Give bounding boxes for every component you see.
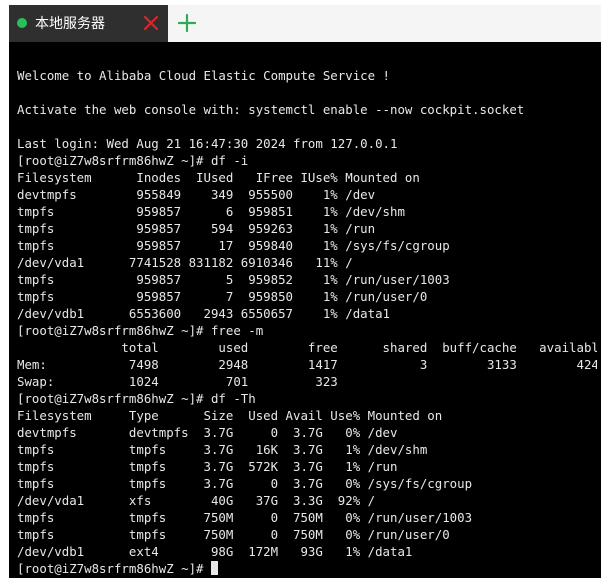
terminal-line: Filesystem Type Size Used Avail Use% Mou… xyxy=(17,408,443,423)
terminal-line: [root@iZ7w8srfrm86hwZ ~]# df -i xyxy=(17,153,249,168)
shell-prompt: [root@iZ7w8srfrm86hwZ ~]# xyxy=(17,561,211,576)
terminal-line: tmpfs tmpfs 3.7G 572K 3.7G 1% /run xyxy=(17,459,398,474)
terminal-line: tmpfs tmpfs 3.7G 16K 3.7G 1% /dev/shm xyxy=(17,442,428,457)
terminal-line: /dev/vdb1 6553600 2943 6550657 1% /data1 xyxy=(17,306,390,321)
terminal-line: Welcome to Alibaba Cloud Elastic Compute… xyxy=(17,68,390,83)
tab-local-server[interactable]: 本地服务器 xyxy=(9,5,168,42)
terminal-line: tmpfs tmpfs 750M 0 750M 0% /run/user/0 xyxy=(17,527,450,542)
terminal-line: tmpfs 959857 6 959851 1% /dev/shm xyxy=(17,204,405,219)
terminal-line: tmpfs 959857 594 959263 1% /run xyxy=(17,221,376,236)
terminal-line: Mem: 7498 2948 1417 3 3133 4249 xyxy=(17,357,597,372)
terminal-line: Last login: Wed Aug 21 16:47:30 2024 fro… xyxy=(17,136,398,151)
terminal-line: devtmpfs devtmpfs 3.7G 0 3.7G 0% /dev xyxy=(17,425,398,440)
tab-bar: 本地服务器 xyxy=(9,5,601,42)
terminal-line: Activate the web console with: systemctl… xyxy=(17,102,525,117)
plus-icon[interactable] xyxy=(177,13,197,33)
terminal-line: tmpfs 959857 7 959850 1% /run/user/0 xyxy=(17,289,428,304)
terminal-cursor xyxy=(210,561,218,575)
terminal-line: tmpfs 959857 17 959840 1% /sys/fs/cgroup xyxy=(17,238,450,253)
terminal-line: /dev/vda1 xfs 40G 37G 3.3G 92% / xyxy=(17,493,376,508)
terminal-line: Swap: 1024 701 323 xyxy=(17,374,338,389)
terminal-line: tmpfs tmpfs 3.7G 0 3.7G 0% /sys/fs/cgrou… xyxy=(17,476,473,491)
terminal-line: [root@iZ7w8srfrm86hwZ ~]# df -Th xyxy=(17,391,256,406)
terminal-line: [root@iZ7w8srfrm86hwZ ~]# free -m xyxy=(17,323,264,338)
terminal-prompt-line[interactable]: [root@iZ7w8srfrm86hwZ ~]# xyxy=(17,560,597,577)
terminal-line: /dev/vdb1 ext4 98G 172M 93G 1% /data1 xyxy=(17,544,413,559)
terminal-line: /dev/vda1 7741528 831182 6910346 11% / xyxy=(17,255,353,270)
tab-title: 本地服务器 xyxy=(35,15,105,31)
terminal-line: total used free shared buff/cache availa… xyxy=(17,340,597,355)
close-icon[interactable] xyxy=(142,14,160,32)
connection-status-dot xyxy=(17,18,27,28)
terminal-output[interactable]: Welcome to Alibaba Cloud Elastic Compute… xyxy=(17,67,597,578)
terminal-line: Filesystem Inodes IUsed IFree IUse% Moun… xyxy=(17,170,420,185)
terminal-line: devtmpfs 955849 349 955500 1% /dev xyxy=(17,187,376,202)
terminal-line: tmpfs tmpfs 750M 0 750M 0% /run/user/100… xyxy=(17,510,473,525)
terminal-line: tmpfs 959857 5 959852 1% /run/user/1003 xyxy=(17,272,450,287)
terminal-window: 本地服务器 Welcome to Alibaba Cloud Elastic C… xyxy=(9,5,601,578)
